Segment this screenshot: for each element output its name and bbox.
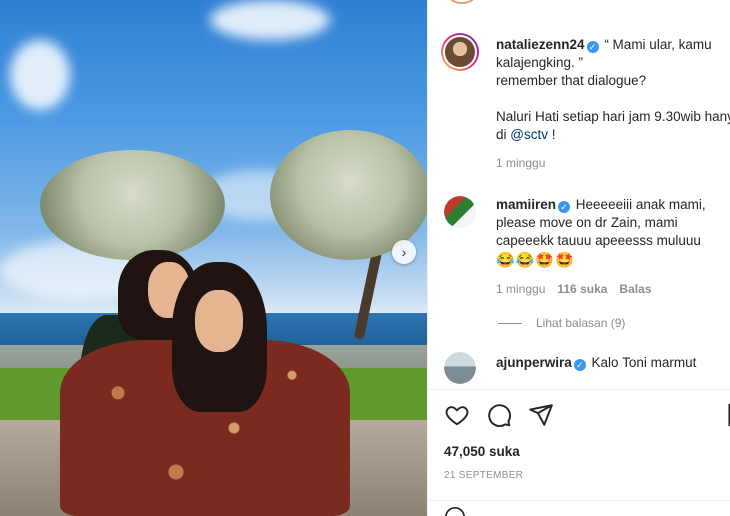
next-photo-button[interactable]: ›	[392, 240, 416, 264]
caption-line: Naluri Hati setiap hari jam 9.30wib hany…	[496, 109, 730, 124]
actions-divider	[428, 389, 730, 390]
paper-plane-icon[interactable]	[528, 402, 554, 428]
comment-text: mamiiren ✓ Heeeeeiii anak mami, please mo…	[496, 196, 730, 270]
like-count[interactable]: 47,050 suka	[444, 444, 520, 459]
comment-line: capeeekk tauuu apeeesss muluuu	[496, 233, 701, 248]
verified-badge-icon: ✓	[573, 359, 586, 371]
caption-line: !	[551, 127, 556, 142]
comment-emojis: 😂😂🤩🤩	[496, 252, 575, 269]
comment-line: Heeeeeiii anak mami,	[575, 197, 706, 212]
commenter-avatar[interactable]	[444, 352, 476, 384]
author-username[interactable]: nataliezenn24	[496, 37, 585, 52]
tree-crown	[40, 150, 225, 260]
heart-icon[interactable]	[444, 402, 470, 428]
view-replies-button[interactable]: Lihat balasan (9)	[498, 316, 625, 330]
comment-likes[interactable]: 116 suka	[557, 282, 607, 296]
mention-link[interactable]: @sctv	[510, 127, 548, 142]
caption-text: nataliezenn24 ✓ “ Mami ular, kamu kalajen…	[496, 36, 730, 144]
verified-badge-icon: ✓	[586, 41, 599, 53]
comment-line: Kalo Toni marmut	[591, 355, 697, 370]
caption-meta: 1 minggu	[496, 156, 545, 170]
reply-button[interactable]: Balas	[619, 282, 651, 296]
post-date[interactable]: 21 SEPTEMBER	[444, 470, 523, 481]
caption-line: di	[496, 127, 507, 142]
commenter-avatar[interactable]	[444, 196, 476, 228]
cloud	[210, 0, 330, 40]
caption-line: kalajengking. ”	[496, 55, 584, 70]
caption-line: remember that dialogue?	[496, 73, 647, 88]
caption-line: “ Mami ular, kamu	[604, 37, 712, 52]
caption-time[interactable]: 1 minggu	[496, 156, 545, 170]
post-photo[interactable]: ›	[0, 0, 427, 516]
cloud	[10, 40, 70, 110]
comments-panel: nataliezenn24 ✓ “ Mami ular, kamu kalajen…	[427, 0, 730, 516]
action-bar	[444, 402, 554, 428]
comment-icon[interactable]	[486, 402, 512, 428]
view-replies-label: Lihat balasan (9)	[536, 316, 626, 330]
comment-time[interactable]: 1 minggu	[496, 282, 545, 296]
commenter-username[interactable]: mamiiren	[496, 197, 556, 212]
comment-line: please move on dr Zain, mami	[496, 215, 678, 230]
smiley-icon[interactable]	[444, 506, 466, 516]
comment-text: ajunperwira ✓ Kalo Toni marmut	[496, 354, 730, 372]
person-right-face	[195, 290, 243, 352]
avatar-stub	[448, 0, 476, 4]
verified-badge-icon: ✓	[558, 201, 571, 213]
input-divider	[428, 500, 730, 501]
author-avatar[interactable]	[441, 33, 479, 71]
comment-meta: 1 minggu 116 suka Balas	[496, 282, 651, 296]
commenter-username[interactable]: ajunperwira	[496, 355, 572, 370]
replies-line	[498, 322, 522, 324]
bookmark-icon[interactable]	[724, 402, 730, 428]
chevron-right-icon: ›	[401, 244, 407, 260]
